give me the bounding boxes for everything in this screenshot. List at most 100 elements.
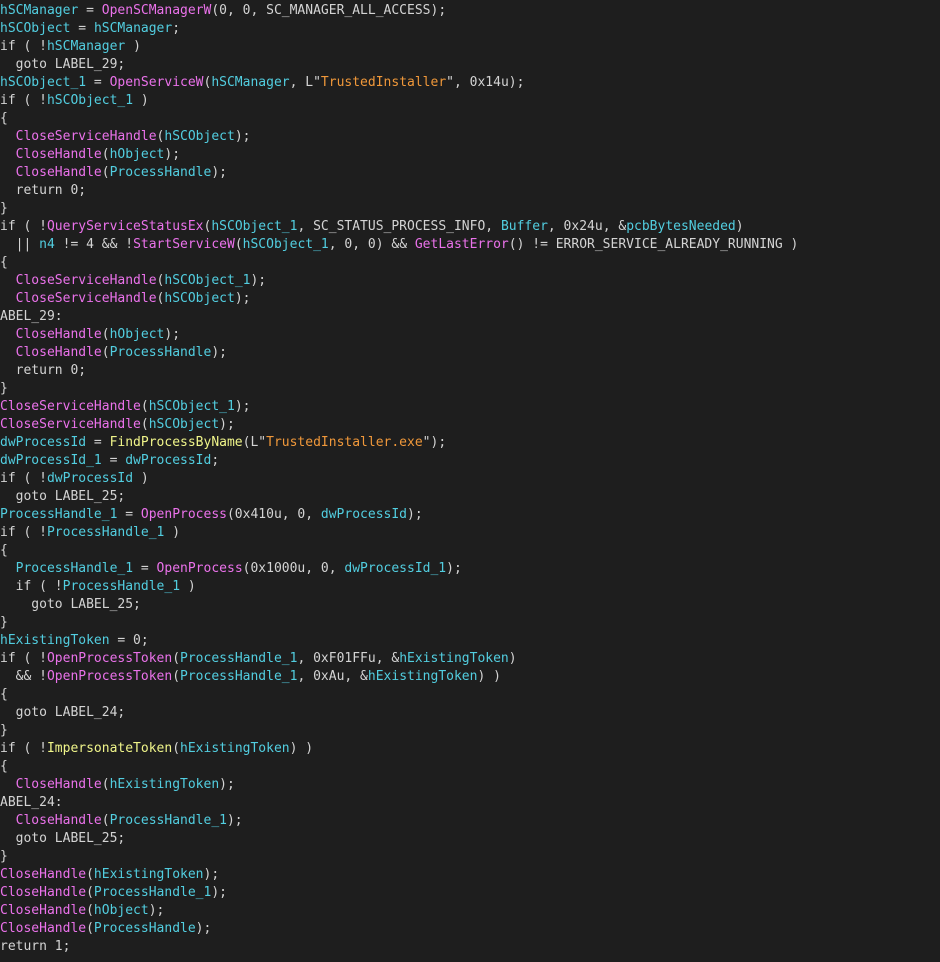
code-text: );	[219, 777, 235, 792]
code-line[interactable]: dwProcessId = FindProcessByName(L"Truste…	[0, 434, 940, 452]
code-text: );	[211, 165, 227, 180]
code-line[interactable]: CloseHandle(hObject);	[0, 326, 940, 344]
identifier: n4	[39, 237, 55, 252]
code-text: );	[407, 507, 423, 522]
code-line[interactable]: if ( !OpenProcessToken(ProcessHandle_1, …	[0, 650, 940, 668]
code-text: }	[0, 381, 8, 396]
code-line[interactable]: CloseServiceHandle(hSCObject_1);	[0, 272, 940, 290]
code-line[interactable]: CloseHandle(hExistingToken);	[0, 866, 940, 884]
code-line[interactable]: }	[0, 848, 940, 866]
code-line[interactable]: return 1;	[0, 938, 940, 956]
code-line[interactable]: CloseServiceHandle(hSCObject);	[0, 416, 940, 434]
code-line[interactable]: hSCObject = hSCManager;	[0, 20, 940, 38]
code-line[interactable]: ProcessHandle_1 = OpenProcess(0x1000u, 0…	[0, 560, 940, 578]
code-line[interactable]: ProcessHandle_1 = OpenProcess(0x410u, 0,…	[0, 506, 940, 524]
code-line[interactable]: return 0;	[0, 182, 940, 200]
code-text: (	[86, 921, 94, 936]
identifier: hSCObject_1	[46, 93, 134, 108]
identifier: ProcessHandle_1	[180, 651, 298, 666]
code-line[interactable]: && !OpenProcessToken(ProcessHandle_1, 0x…	[0, 668, 940, 686]
code-line[interactable]: hExistingToken = 0;	[0, 632, 940, 650]
api-function: OpenProcessToken	[46, 651, 173, 666]
string-literal: TrustedInstaller.exe	[266, 435, 423, 450]
code-line[interactable]: goto LABEL_25;	[0, 830, 940, 848]
code-line[interactable]: dwProcessId_1 = dwProcessId;	[0, 452, 940, 470]
code-line[interactable]: CloseHandle(ProcessHandle_1);	[0, 884, 940, 902]
identifier: hExistingToken	[0, 633, 110, 648]
code-line[interactable]: {	[0, 758, 940, 776]
code-line[interactable]: }	[0, 200, 940, 218]
code-line[interactable]: goto LABEL_25;	[0, 596, 940, 614]
code-line[interactable]: CloseHandle(ProcessHandle);	[0, 344, 940, 362]
code-text: )	[735, 219, 744, 234]
code-text: return 1;	[0, 939, 71, 954]
code-line[interactable]: {	[0, 110, 940, 128]
code-text: );	[234, 129, 251, 144]
code-text: );	[203, 867, 220, 882]
api-function: CloseHandle	[0, 921, 87, 936]
code-text: (	[101, 147, 110, 162]
identifier: hExistingToken	[93, 867, 204, 882]
code-text: (	[101, 813, 110, 828]
identifier: ProcessHandle_1	[109, 813, 227, 828]
identifier: ProcessHandle_1	[15, 561, 134, 576]
identifier: hObject	[109, 327, 165, 342]
code-text: }	[0, 201, 8, 216]
code-line[interactable]: if ( !ProcessHandle_1 )	[0, 578, 940, 596]
code-text: {	[0, 759, 8, 774]
code-line[interactable]: goto LABEL_25;	[0, 488, 940, 506]
code-line[interactable]: }	[0, 614, 940, 632]
code-line[interactable]: }	[0, 380, 940, 398]
code-line[interactable]: if ( !hSCManager )	[0, 38, 940, 56]
code-line[interactable]: goto LABEL_24;	[0, 704, 940, 722]
identifier: hSCObject_1	[211, 219, 298, 234]
code-line[interactable]: CloseHandle(hObject);	[0, 902, 940, 920]
code-text: (	[101, 165, 110, 180]
code-text: =	[133, 561, 157, 576]
code-text: );	[211, 885, 227, 900]
code-line[interactable]: hSCObject_1 = OpenServiceW(hSCManager, L…	[0, 74, 940, 92]
code-text: );	[219, 417, 235, 432]
code-line[interactable]: {	[0, 542, 940, 560]
code-text: (	[172, 669, 181, 684]
code-line[interactable]: CloseHandle(ProcessHandle_1);	[0, 812, 940, 830]
code-text: = 0;	[109, 633, 149, 648]
pseudocode-view[interactable]: hSCManager = OpenSCManagerW(0, 0, SC_MAN…	[0, 2, 940, 962]
api-function: CloseHandle	[0, 885, 87, 900]
code-line[interactable]: ABEL_24:	[0, 794, 940, 812]
code-line[interactable]: CloseHandle(ProcessHandle);	[0, 164, 940, 182]
code-line[interactable]: if ( !ProcessHandle_1 )	[0, 524, 940, 542]
code-line[interactable]: {	[0, 686, 940, 704]
code-text: );	[250, 273, 267, 288]
code-text: if ( !	[0, 219, 47, 234]
code-line[interactable]: if ( !hSCObject_1 )	[0, 92, 940, 110]
code-text: )	[133, 93, 149, 108]
code-line[interactable]: CloseHandle(hExistingToken);	[0, 776, 940, 794]
code-line[interactable]: return 0;	[0, 362, 940, 380]
code-line[interactable]: if ( !QueryServiceStatusEx(hSCObject_1, …	[0, 218, 940, 236]
code-line[interactable]: CloseHandle(hObject);	[0, 146, 940, 164]
code-line[interactable]: CloseHandle(ProcessHandle);	[0, 920, 940, 938]
code-line[interactable]: }	[0, 722, 940, 740]
code-line[interactable]: CloseServiceHandle(hSCObject);	[0, 290, 940, 308]
code-text: (	[86, 867, 94, 882]
code-line[interactable]: CloseServiceHandle(hSCObject);	[0, 128, 940, 146]
code-text: if ( !	[0, 741, 47, 756]
code-text: , 0xAu, &	[297, 669, 368, 684]
code-line[interactable]: if ( !dwProcessId )	[0, 470, 940, 488]
code-line[interactable]: hSCManager = OpenSCManagerW(0, 0, SC_MAN…	[0, 2, 940, 20]
code-text: return 0;	[0, 183, 87, 198]
code-line[interactable]: if ( !ImpersonateToken(hExistingToken) )	[0, 740, 940, 758]
code-text: );	[164, 327, 181, 342]
code-line[interactable]: || n4 != 4 && !StartServiceW(hSCObject_1…	[0, 236, 940, 254]
code-text: ");	[422, 435, 447, 450]
code-text: (	[101, 345, 110, 360]
identifier: Buffer	[500, 219, 548, 234]
code-line[interactable]: goto LABEL_29;	[0, 56, 940, 74]
code-line[interactable]: ABEL_29:	[0, 308, 940, 326]
code-text: if ( !	[0, 39, 47, 54]
code-line[interactable]: {	[0, 254, 940, 272]
code-line[interactable]: CloseServiceHandle(hSCObject_1);	[0, 398, 940, 416]
